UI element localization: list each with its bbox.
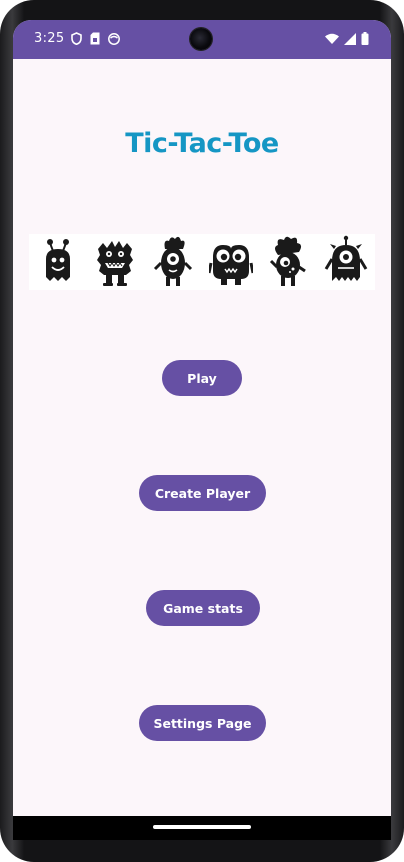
monster-furry-icon bbox=[97, 241, 134, 286]
monster-big-eyes-icon bbox=[208, 245, 253, 285]
status-notification-icons bbox=[71, 32, 120, 45]
sim-card-icon bbox=[90, 32, 100, 45]
settings-page-button[interactable]: Settings Page bbox=[139, 705, 266, 741]
monster-yeti-icon bbox=[324, 235, 368, 281]
app-screen: 3:25 Tic-Tac-Toe Play Create Player Game… bbox=[13, 20, 391, 840]
face-icon bbox=[108, 32, 120, 45]
monster-antenna-icon bbox=[45, 239, 70, 281]
monster-cyclops-icon bbox=[154, 236, 193, 286]
app-title: Tic-Tac-Toe bbox=[125, 128, 279, 159]
cell-signal-icon bbox=[344, 32, 356, 45]
front-camera bbox=[190, 28, 212, 50]
status-bar: 3:25 bbox=[13, 20, 391, 59]
status-system-icons bbox=[325, 32, 369, 45]
device-frame: 3:25 Tic-Tac-Toe Play Create Player Game… bbox=[0, 0, 404, 862]
status-time: 3:25 bbox=[34, 31, 65, 46]
wifi-icon bbox=[325, 33, 339, 44]
create-player-button[interactable]: Create Player bbox=[139, 475, 266, 511]
game-stats-button[interactable]: Game stats bbox=[146, 590, 260, 626]
shield-icon bbox=[71, 32, 82, 45]
monster-spiky-icon bbox=[270, 236, 307, 286]
battery-icon bbox=[361, 32, 369, 45]
play-button[interactable]: Play bbox=[162, 360, 242, 396]
home-gesture-handle[interactable] bbox=[153, 825, 251, 829]
monster-strip bbox=[29, 234, 375, 290]
navigation-bar bbox=[13, 816, 391, 840]
